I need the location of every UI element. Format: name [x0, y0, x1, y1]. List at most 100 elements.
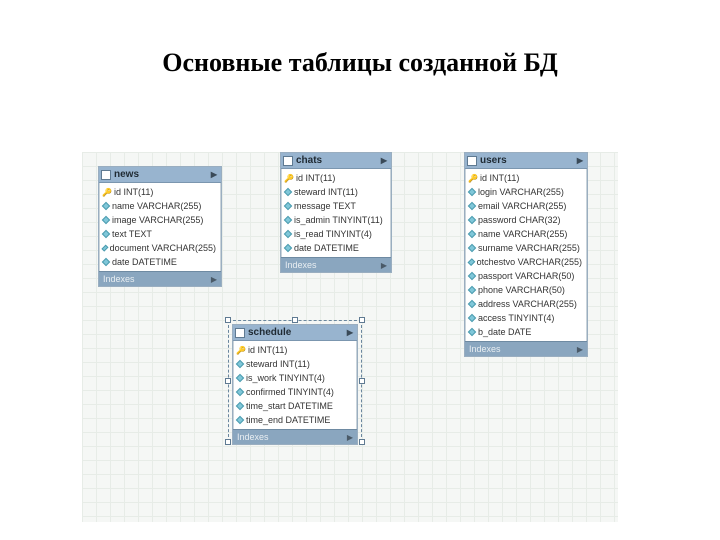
column-row[interactable]: password CHAR(32) — [465, 213, 587, 227]
column-row[interactable]: email VARCHAR(255) — [465, 199, 587, 213]
column-text: time_end DATETIME — [246, 415, 330, 425]
collapse-icon[interactable]: ▶ — [347, 328, 353, 337]
resize-handle[interactable] — [359, 317, 365, 323]
table-header-chats[interactable]: chats ▶ — [281, 153, 391, 169]
collapse-icon[interactable]: ▶ — [211, 170, 217, 179]
column-row[interactable]: image VARCHAR(255) — [99, 213, 221, 227]
column-icon — [284, 188, 292, 196]
column-row[interactable]: is_work TINYINT(4) — [233, 371, 357, 385]
collapse-icon[interactable]: ▶ — [381, 156, 387, 165]
column-row[interactable]: date DATETIME — [281, 241, 391, 255]
indexes-label: Indexes — [237, 432, 269, 442]
column-text: id INT(11) — [248, 345, 287, 355]
table-name: users — [480, 155, 507, 166]
column-row[interactable]: time_end DATETIME — [233, 413, 357, 427]
table-icon — [467, 156, 477, 166]
column-icon — [236, 374, 244, 382]
primary-key-icon: 🔑 — [237, 346, 245, 354]
table-name: chats — [296, 155, 322, 166]
table-icon — [235, 328, 245, 338]
indexes-label: Indexes — [103, 274, 135, 284]
column-row[interactable]: time_start DATETIME — [233, 399, 357, 413]
primary-key-icon: 🔑 — [103, 188, 111, 196]
column-text: surname VARCHAR(255) — [478, 243, 580, 253]
column-icon — [236, 388, 244, 396]
column-row[interactable]: document VARCHAR(255) — [99, 241, 221, 255]
column-icon — [468, 286, 476, 294]
table-header-schedule[interactable]: schedule ▶ — [233, 325, 357, 341]
column-row[interactable]: confirmed TINYINT(4) — [233, 385, 357, 399]
column-row[interactable]: steward INT(11) — [281, 185, 391, 199]
column-row[interactable]: name VARCHAR(255) — [465, 227, 587, 241]
indexes-section[interactable]: Indexes ▶ — [233, 429, 357, 444]
column-row[interactable]: phone VARCHAR(50) — [465, 283, 587, 297]
column-text: address VARCHAR(255) — [478, 299, 577, 309]
column-row[interactable]: is_admin TINYINT(11) — [281, 213, 391, 227]
column-row[interactable]: access TINYINT(4) — [465, 311, 587, 325]
column-row[interactable]: is_read TINYINT(4) — [281, 227, 391, 241]
column-icon — [284, 230, 292, 238]
column-row[interactable]: surname VARCHAR(255) — [465, 241, 587, 255]
column-icon — [468, 188, 476, 196]
collapse-icon[interactable]: ▶ — [577, 156, 583, 165]
table-header-users[interactable]: users ▶ — [465, 153, 587, 169]
column-icon — [101, 245, 108, 252]
column-icon — [468, 328, 476, 336]
resize-handle[interactable] — [225, 317, 231, 323]
column-icon — [468, 300, 476, 308]
column-row[interactable]: 🔑id INT(11) — [465, 171, 587, 185]
column-list: 🔑id INT(11)name VARCHAR(255)image VARCHA… — [99, 183, 221, 271]
column-row[interactable]: 🔑id INT(11) — [99, 185, 221, 199]
column-icon — [468, 244, 476, 252]
column-text: otchestvo VARCHAR(255) — [477, 257, 582, 267]
column-row[interactable]: otchestvo VARCHAR(255) — [465, 255, 587, 269]
column-icon — [468, 258, 476, 266]
column-text: id INT(11) — [114, 187, 153, 197]
table-name: schedule — [248, 327, 291, 338]
expand-icon[interactable]: ▶ — [381, 261, 387, 270]
table-schedule[interactable]: schedule ▶ 🔑id INT(11)steward INT(11)is_… — [232, 324, 358, 445]
column-text: b_date DATE — [478, 327, 531, 337]
expand-icon[interactable]: ▶ — [211, 275, 217, 284]
column-list: 🔑id INT(11)login VARCHAR(255) email VARCH… — [465, 169, 587, 341]
column-row[interactable]: message TEXT — [281, 199, 391, 213]
column-row[interactable]: 🔑id INT(11) — [233, 343, 357, 357]
column-row[interactable]: 🔑id INT(11) — [281, 171, 391, 185]
column-text: is_admin TINYINT(11) — [294, 215, 383, 225]
table-users[interactable]: users ▶ 🔑id INT(11)login VARCHAR(255) ema… — [464, 152, 588, 357]
column-text: date DATETIME — [294, 243, 359, 253]
resize-handle[interactable] — [359, 378, 365, 384]
column-row[interactable]: name VARCHAR(255) — [99, 199, 221, 213]
resize-handle[interactable] — [225, 378, 231, 384]
column-row[interactable]: b_date DATE — [465, 325, 587, 339]
expand-icon[interactable]: ▶ — [577, 345, 583, 354]
column-icon — [284, 202, 292, 210]
column-icon — [236, 402, 244, 410]
table-name: news — [114, 169, 139, 180]
resize-handle[interactable] — [225, 439, 231, 445]
column-row[interactable]: passport VARCHAR(50) — [465, 269, 587, 283]
column-row[interactable]: steward INT(11) — [233, 357, 357, 371]
column-icon — [102, 216, 110, 224]
resize-handle[interactable] — [359, 439, 365, 445]
diagram-canvas: news ▶ 🔑id INT(11)name VARCHAR(255)image… — [82, 152, 618, 522]
column-row[interactable]: address VARCHAR(255) — [465, 297, 587, 311]
expand-icon[interactable]: ▶ — [347, 433, 353, 442]
indexes-section[interactable]: Indexes ▶ — [281, 257, 391, 272]
column-row[interactable]: text TEXT — [99, 227, 221, 241]
indexes-section[interactable]: Indexes ▶ — [99, 271, 221, 286]
table-news[interactable]: news ▶ 🔑id INT(11)name VARCHAR(255)image… — [98, 166, 222, 287]
column-text: is_work TINYINT(4) — [246, 373, 325, 383]
column-icon — [468, 202, 476, 210]
column-text: email VARCHAR(255) — [478, 201, 566, 211]
resize-handle[interactable] — [292, 317, 298, 323]
column-icon — [102, 230, 110, 238]
column-row[interactable]: login VARCHAR(255) — [465, 185, 587, 199]
table-schedule-selection[interactable]: schedule ▶ 🔑id INT(11)steward INT(11)is_… — [228, 320, 362, 442]
table-chats[interactable]: chats ▶ 🔑id INT(11)steward INT(11)messag… — [280, 152, 392, 273]
table-header-news[interactable]: news ▶ — [99, 167, 221, 183]
primary-key-icon: 🔑 — [285, 174, 293, 182]
indexes-section[interactable]: Indexes ▶ — [465, 341, 587, 356]
column-row[interactable]: date DATETIME — [99, 255, 221, 269]
column-text: confirmed TINYINT(4) — [246, 387, 334, 397]
